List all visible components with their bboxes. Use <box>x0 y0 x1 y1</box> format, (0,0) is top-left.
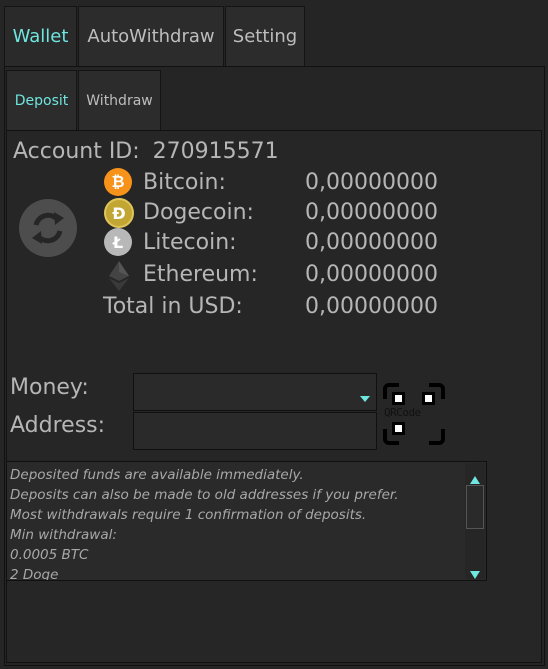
tab-autowithdraw[interactable]: AutoWithdraw <box>78 6 224 66</box>
bitcoin-balance: 0,00000000 <box>305 170 438 195</box>
tab-wallet[interactable]: Wallet <box>4 6 77 66</box>
ethereum-label: Ethereum: <box>143 262 258 287</box>
ethereum-icon <box>106 260 132 292</box>
tab-setting[interactable]: Setting <box>225 6 305 66</box>
litecoin-icon: Ł <box>104 228 132 256</box>
tab-deposit-label: Deposit <box>14 92 69 109</box>
tab-wallet-label: Wallet <box>12 26 69 47</box>
info-line: Min withdrawal: <box>10 527 117 543</box>
info-line: 0.0005 BTC <box>10 547 89 563</box>
total-usd-value: 0,00000000 <box>305 294 438 319</box>
qrcode-text: QRCode <box>384 406 421 419</box>
tab-withdraw[interactable]: Withdraw <box>78 70 161 130</box>
info-line: Deposited funds are available immediatel… <box>10 467 304 483</box>
deposit-info-textarea[interactable]: Deposited funds are available immediatel… <box>6 461 487 581</box>
bitcoin-label: Bitcoin: <box>143 170 226 195</box>
tab-deposit[interactable]: Deposit <box>6 70 77 130</box>
info-line: 2 Doge <box>10 567 59 581</box>
total-usd-label: Total in USD: <box>103 294 243 319</box>
account-id-value: 270915571 <box>152 139 279 164</box>
scrollbar[interactable] <box>465 463 485 579</box>
bitcoin-icon: ₿ <box>104 168 132 196</box>
litecoin-balance: 0,00000000 <box>305 230 438 255</box>
scroll-down-icon[interactable] <box>470 564 480 579</box>
money-select[interactable] <box>133 373 377 411</box>
refresh-button[interactable] <box>18 198 78 258</box>
money-label: Money: <box>10 375 89 400</box>
dogecoin-balance: 0,00000000 <box>305 200 438 225</box>
info-line: Most withdrawals require 1 confirmation … <box>10 507 367 523</box>
tab-setting-label: Setting <box>232 26 298 47</box>
chevron-down-icon[interactable] <box>360 388 370 402</box>
dogecoin-label: Dogecoin: <box>143 200 254 225</box>
tab-withdraw-label: Withdraw <box>86 92 153 109</box>
scroll-up-icon[interactable] <box>470 469 480 484</box>
address-label: Address: <box>10 413 106 438</box>
info-line: Deposits can also be made to old address… <box>10 487 399 503</box>
account-id-label: Account ID: <box>13 139 140 164</box>
litecoin-label: Litecoin: <box>143 230 237 255</box>
scrollbar-thumb[interactable] <box>466 485 484 529</box>
tab-autowithdraw-label: AutoWithdraw <box>87 26 215 47</box>
account-id-row: Account ID: 270915571 <box>13 139 279 164</box>
dogecoin-icon: Ð <box>104 198 134 228</box>
ethereum-balance: 0,00000000 <box>305 262 438 287</box>
address-field[interactable] <box>133 412 377 450</box>
refresh-icon <box>19 199 77 257</box>
qrcode-button[interactable]: QRCode <box>383 383 445 445</box>
